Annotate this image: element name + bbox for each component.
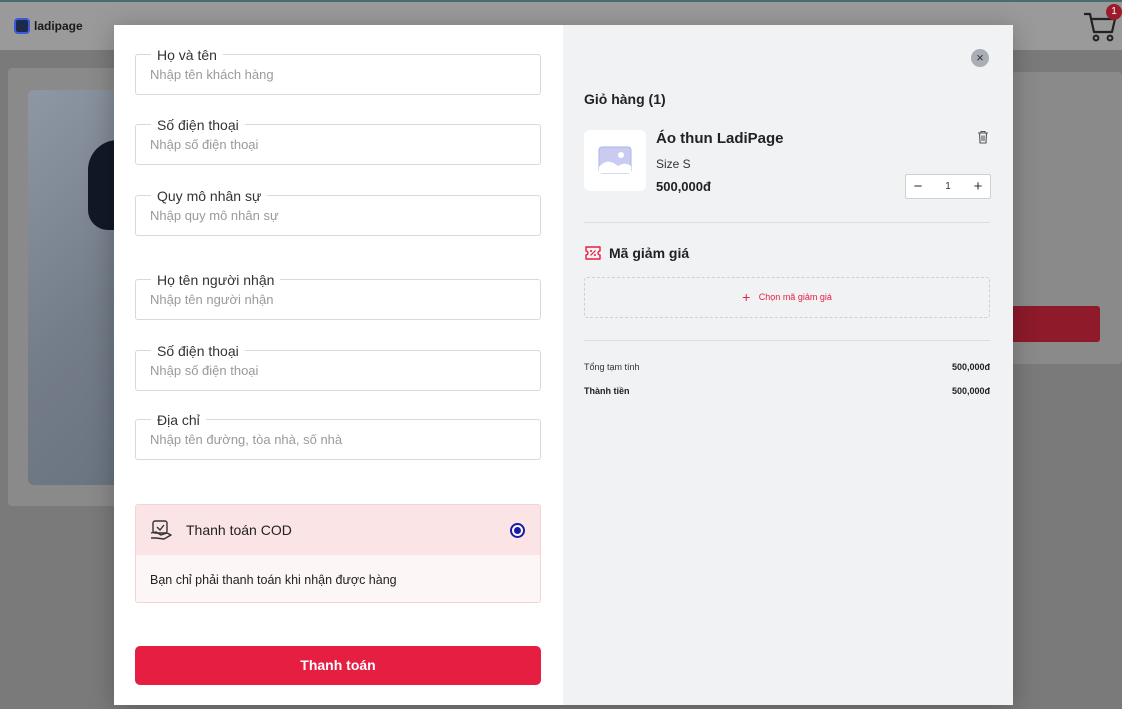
recipient-name-input[interactable] [150,292,520,307]
subtotal-label: Tổng tạm tính [584,362,640,372]
close-modal-button[interactable]: × [971,49,989,67]
phone-input[interactable] [150,137,520,152]
choose-coupon-button[interactable]: + Chọn mã giảm giá [584,277,990,318]
recipient-phone-input[interactable] [150,363,520,378]
recipient-name-label: Họ tên người nhận [151,272,281,288]
logo-icon [14,18,30,34]
phone-field: Số điện thoại [135,117,541,165]
plus-icon: + [742,289,751,305]
customer-name-input[interactable] [150,67,520,82]
subtotal-value: 500,000đ [951,362,990,372]
checkout-form: Họ và tên Số điện thoại Quy mô nhân sự H… [114,25,563,705]
payment-radio-selected[interactable] [510,523,525,538]
background-buy-button [1012,306,1100,342]
total-value: 500,000đ [951,386,990,396]
staff-size-field: Quy mô nhân sự [135,188,541,236]
product-price: 500,000đ [656,179,711,194]
ladipage-logo[interactable]: ladipage [14,18,83,34]
product-thumbnail [584,130,646,191]
payment-method-cod[interactable]: Thanh toán COD Bạn chỉ phải thanh toán k… [135,504,541,603]
customer-name-label: Họ và tên [151,47,223,63]
cart-title: Giỏ hàng (1) [584,91,666,107]
staff-size-label: Quy mô nhân sự [151,188,268,204]
recipient-phone-field: Số điện thoại [135,343,541,391]
recipient-phone-label: Số điện thoại [151,343,245,359]
quantity-increase-button[interactable]: + [966,175,990,198]
staff-size-input[interactable] [150,208,520,223]
payment-method-title: Thanh toán COD [186,522,292,538]
quantity-value[interactable]: 1 [930,175,966,198]
divider [584,222,990,223]
image-placeholder-icon [598,146,632,174]
address-label: Địa chỉ [151,412,206,428]
cart-summary-panel: × Giỏ hàng (1) Áo thun LadiPage Size S 5… [563,25,1013,705]
address-field: Địa chỉ [135,412,541,460]
total-label: Thành tiền [584,386,630,396]
payment-description: Bạn chỉ phải thanh toán khi nhận được hà… [150,573,397,587]
address-input[interactable] [150,432,520,447]
product-variant: Size S [656,157,691,171]
trash-icon[interactable] [977,130,989,144]
coupon-ticket-icon [585,246,601,260]
divider [584,340,990,341]
logo-text: ladipage [34,19,83,33]
customer-name-field: Họ và tên [135,47,541,95]
phone-label: Số điện thoại [151,117,245,133]
choose-coupon-label: Chọn mã giảm giá [758,292,832,302]
recipient-name-field: Họ tên người nhận [135,272,541,320]
cart-count-badge: 1 [1106,4,1122,20]
cash-hand-icon [150,520,172,540]
product-name: Áo thun LadiPage [656,130,784,147]
payment-method-header: Thanh toán COD [136,505,540,555]
coupon-title: Mã giảm giá [609,245,690,261]
checkout-submit-button[interactable]: Thanh toán [135,646,541,685]
quantity-decrease-button[interactable]: − [906,175,930,198]
quantity-stepper: − 1 + [905,174,991,199]
payment-method-body: Bạn chỉ phải thanh toán khi nhận được hà… [136,555,540,602]
checkout-modal: Họ và tên Số điện thoại Quy mô nhân sự H… [114,25,1013,705]
